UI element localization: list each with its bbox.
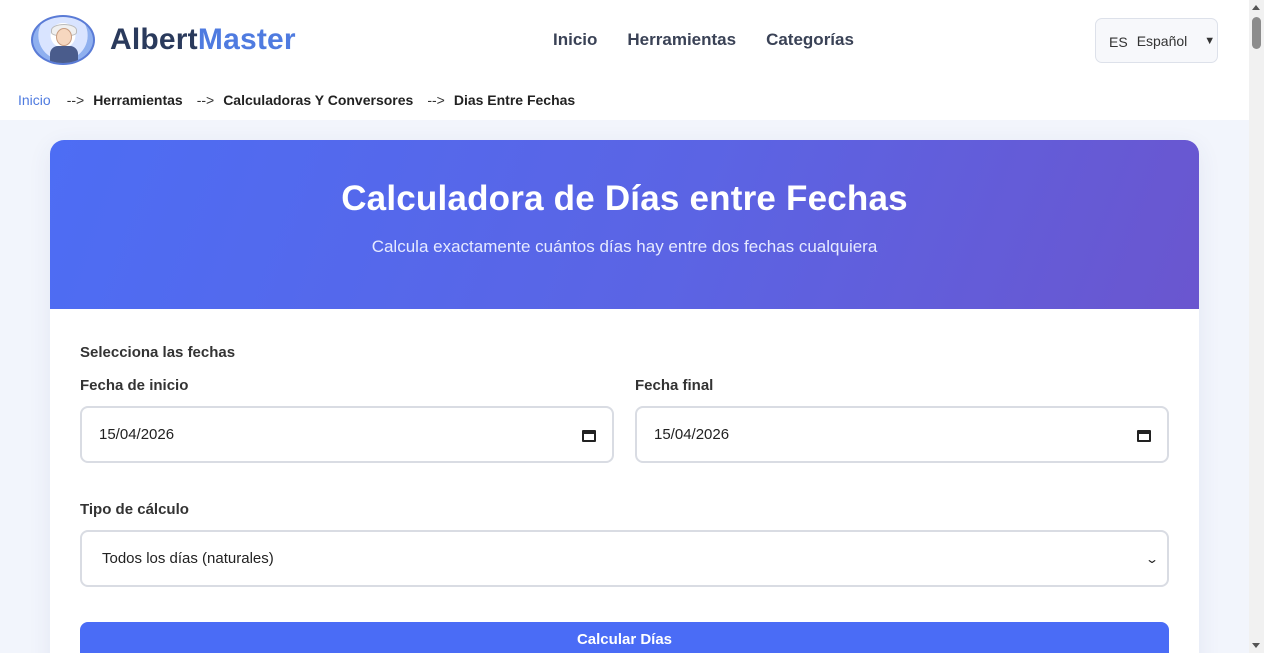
date-row: Fecha de inicio 15/04/2026 Fecha final 1… bbox=[80, 377, 1169, 463]
calendar-icon[interactable] bbox=[582, 428, 596, 442]
start-date-label: Fecha de inicio bbox=[80, 377, 189, 394]
breadcrumb-separator: --> bbox=[427, 92, 445, 108]
scroll-down-icon[interactable] bbox=[1252, 643, 1260, 648]
calc-type-select[interactable]: Todos los días (naturales) ⌄ bbox=[80, 530, 1169, 587]
start-date-input[interactable]: 15/04/2026 bbox=[80, 406, 614, 463]
page-scrollbar[interactable] bbox=[1249, 0, 1264, 653]
calc-type-group: Tipo de cálculo Todos los días (naturale… bbox=[80, 501, 1169, 587]
language-name: Español bbox=[1136, 32, 1188, 49]
scroll-up-icon[interactable] bbox=[1252, 5, 1260, 10]
calc-type-selected: Todos los días (naturales) bbox=[102, 550, 274, 567]
calc-type-label: Tipo de cálculo bbox=[80, 501, 189, 518]
site-logo[interactable]: AlbertMaster bbox=[31, 15, 296, 65]
chevron-down-icon: ⌄ bbox=[1144, 551, 1160, 566]
logo-text-part2: Master bbox=[197, 23, 296, 56]
language-code: ES bbox=[1109, 34, 1128, 50]
end-date-input[interactable]: 15/04/2026 bbox=[635, 406, 1169, 463]
site-header: AlbertMaster Inicio Herramientas Categor… bbox=[0, 0, 1249, 80]
end-date-value: 15/04/2026 bbox=[654, 426, 730, 443]
nav-link-categorias[interactable]: Categorías bbox=[766, 30, 854, 50]
end-date-group: Fecha final 15/04/2026 bbox=[635, 377, 1169, 463]
start-date-value: 15/04/2026 bbox=[99, 426, 175, 443]
calculator-card: Calculadora de Días entre Fechas Calcula… bbox=[50, 140, 1199, 653]
scrollbar-thumb[interactable] bbox=[1252, 17, 1261, 49]
breadcrumb-separator: --> bbox=[196, 92, 215, 108]
hero-banner: Calculadora de Días entre Fechas Calcula… bbox=[50, 140, 1199, 309]
breadcrumb-item-current: Dias Entre Fechas bbox=[453, 92, 576, 108]
page-subtitle: Calcula exactamente cuántos días hay ent… bbox=[371, 237, 878, 256]
breadcrumb-separator: --> bbox=[66, 92, 85, 108]
language-selector[interactable]: ES Español ▼ bbox=[1095, 18, 1218, 63]
start-date-group: Fecha de inicio 15/04/2026 bbox=[80, 377, 614, 463]
main-nav: Inicio Herramientas Categorías bbox=[553, 30, 854, 50]
date-form: Selecciona las fechas Fecha de inicio 15… bbox=[50, 309, 1199, 653]
nav-link-inicio[interactable]: Inicio bbox=[553, 30, 597, 50]
section-label: Selecciona las fechas bbox=[80, 344, 236, 361]
breadcrumb-home[interactable]: Inicio bbox=[18, 92, 51, 108]
breadcrumb: Inicio --> Herramientas --> Calculadoras… bbox=[0, 80, 1249, 120]
caret-down-icon: ▼ bbox=[1204, 34, 1216, 47]
end-date-label: Fecha final bbox=[635, 377, 714, 394]
page: AlbertMaster Inicio Herramientas Categor… bbox=[0, 0, 1264, 653]
albert-avatar-icon bbox=[31, 15, 95, 65]
page-title: Calculadora de Días entre Fechas bbox=[341, 179, 908, 218]
breadcrumb-item-calculadoras[interactable]: Calculadoras Y Conversores bbox=[223, 92, 413, 108]
calculate-button[interactable]: Calcular Días bbox=[80, 622, 1169, 653]
logo-text-part1: Albert bbox=[110, 23, 198, 56]
calendar-icon[interactable] bbox=[1137, 428, 1151, 442]
nav-link-herramientas[interactable]: Herramientas bbox=[627, 30, 736, 50]
logo-text: AlbertMaster bbox=[110, 23, 296, 57]
breadcrumb-item-herramientas[interactable]: Herramientas bbox=[93, 92, 183, 108]
